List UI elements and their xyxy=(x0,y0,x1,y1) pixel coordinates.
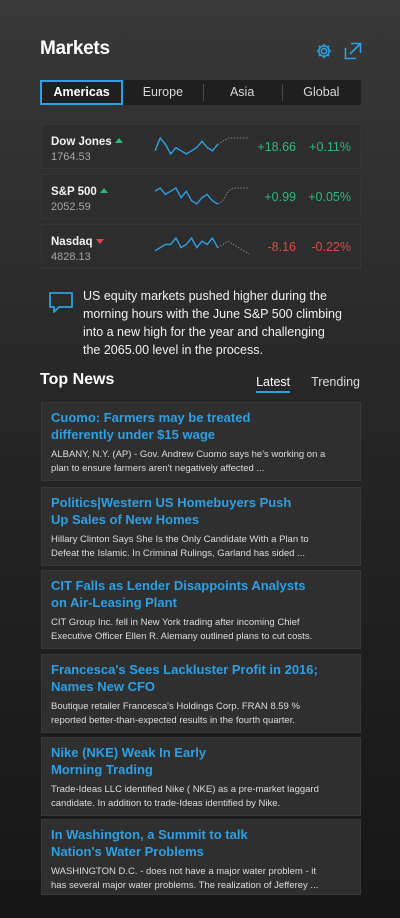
index-change: -8.16 xyxy=(267,240,297,254)
sparkline xyxy=(154,187,249,205)
commentary-line: into a new high for the year and challen… xyxy=(83,325,325,339)
news-card[interactable]: Nike (NKE) Weak In Early Morning Trading … xyxy=(41,737,361,816)
sparkline-forecast xyxy=(217,137,249,145)
sparkline-forecast xyxy=(217,187,249,205)
speech-bubble-icon xyxy=(48,291,74,315)
tab-latest[interactable]: Latest xyxy=(256,375,291,393)
news-summary: Hillary Clinton Says She Is the Only Can… xyxy=(51,534,309,559)
quote-row[interactable]: Nasdaq 4828.13 -8.16 -0.22% xyxy=(41,224,361,269)
news-summary: ALBANY, N.Y. (AP) - Gov. Andrew Cuomo sa… xyxy=(51,449,326,474)
news-summary: Boutique retailer Francesca's Holdings C… xyxy=(51,701,300,726)
news-card[interactable]: Francesca's Sees Lackluster Profit in 20… xyxy=(41,654,361,733)
up-arrow-icon xyxy=(114,138,123,143)
commentary-line: US equity markets pushed higher during t… xyxy=(83,289,327,303)
index-percent: -0.22% xyxy=(311,240,351,254)
quote-row[interactable]: S&P 500 2052.59 +0.99 +0.05% xyxy=(41,174,361,219)
quote-row[interactable]: Dow Jones 1764.53 +18.66 +0.11% xyxy=(41,124,361,169)
region-tabs: Americas Europe Asia Global xyxy=(40,80,361,105)
sparkline-line xyxy=(154,136,219,156)
commentary-line: morning hours with the June S&P 500 clim… xyxy=(83,307,342,321)
sparkline-line xyxy=(154,236,219,252)
index-value: 1764.53 xyxy=(51,151,91,163)
news-headline[interactable]: Politics|Western US Homebuyers Push Up Sa… xyxy=(51,494,351,528)
index-value: 4828.13 xyxy=(51,251,91,263)
expand-icon[interactable] xyxy=(344,42,362,60)
news-headline[interactable]: In Washington, a Summit to talk Nation's … xyxy=(51,826,351,860)
news-summary: WASHINGTON D.C. - does not have a major … xyxy=(51,866,319,891)
top-news-title: Top News xyxy=(40,371,115,388)
news-card[interactable]: Politics|Western US Homebuyers Push Up Sa… xyxy=(41,487,361,566)
sparkline-forecast xyxy=(217,240,250,255)
index-percent: +0.11% xyxy=(309,140,351,154)
news-tabs: Latest Trending xyxy=(256,375,360,393)
index-percent: +0.05% xyxy=(308,190,351,204)
up-arrow-icon xyxy=(99,188,108,193)
news-headline[interactable]: CIT Falls as Lender Disappoints Analysts… xyxy=(51,577,351,611)
commentary-line: the 2065.00 level in the process. xyxy=(83,343,263,357)
tab-asia[interactable]: Asia xyxy=(202,80,282,105)
news-card[interactable]: CIT Falls as Lender Disappoints Analysts… xyxy=(41,570,361,649)
news-summary: Trade-Ideas LLC identified Nike ( NKE) a… xyxy=(51,784,319,809)
sparkline xyxy=(154,236,250,255)
tab-trending[interactable]: Trending xyxy=(311,375,360,393)
news-card[interactable]: Cuomo: Farmers may be treated differently… xyxy=(41,402,361,481)
news-card[interactable]: In Washington, a Summit to talk Nation's … xyxy=(41,819,361,895)
index-change: +18.66 xyxy=(257,140,296,154)
tab-europe[interactable]: Europe xyxy=(123,80,202,105)
markets-header: Markets xyxy=(40,38,362,64)
market-commentary: US equity markets pushed higher during t… xyxy=(48,287,360,359)
page-title: Markets xyxy=(40,38,110,59)
news-headline[interactable]: Cuomo: Farmers may be treated differently… xyxy=(51,409,351,443)
sparkline-line xyxy=(154,187,219,205)
news-headline[interactable]: Francesca's Sees Lackluster Profit in 20… xyxy=(51,661,351,695)
down-arrow-icon xyxy=(95,239,104,244)
news-headline[interactable]: Nike (NKE) Weak In Early Morning Trading xyxy=(51,744,351,778)
gear-icon[interactable] xyxy=(315,42,333,60)
index-change: +0.99 xyxy=(264,190,296,204)
tab-americas[interactable]: Americas xyxy=(40,80,124,105)
index-name: Nasdaq xyxy=(51,236,93,248)
sparkline xyxy=(154,136,249,156)
news-summary: CIT Group Inc. fell in New York trading … xyxy=(51,617,313,642)
index-name: S&P 500 xyxy=(51,186,97,198)
index-name: Dow Jones xyxy=(51,136,112,148)
tab-global[interactable]: Global xyxy=(281,80,361,105)
index-value: 2052.59 xyxy=(51,201,91,213)
